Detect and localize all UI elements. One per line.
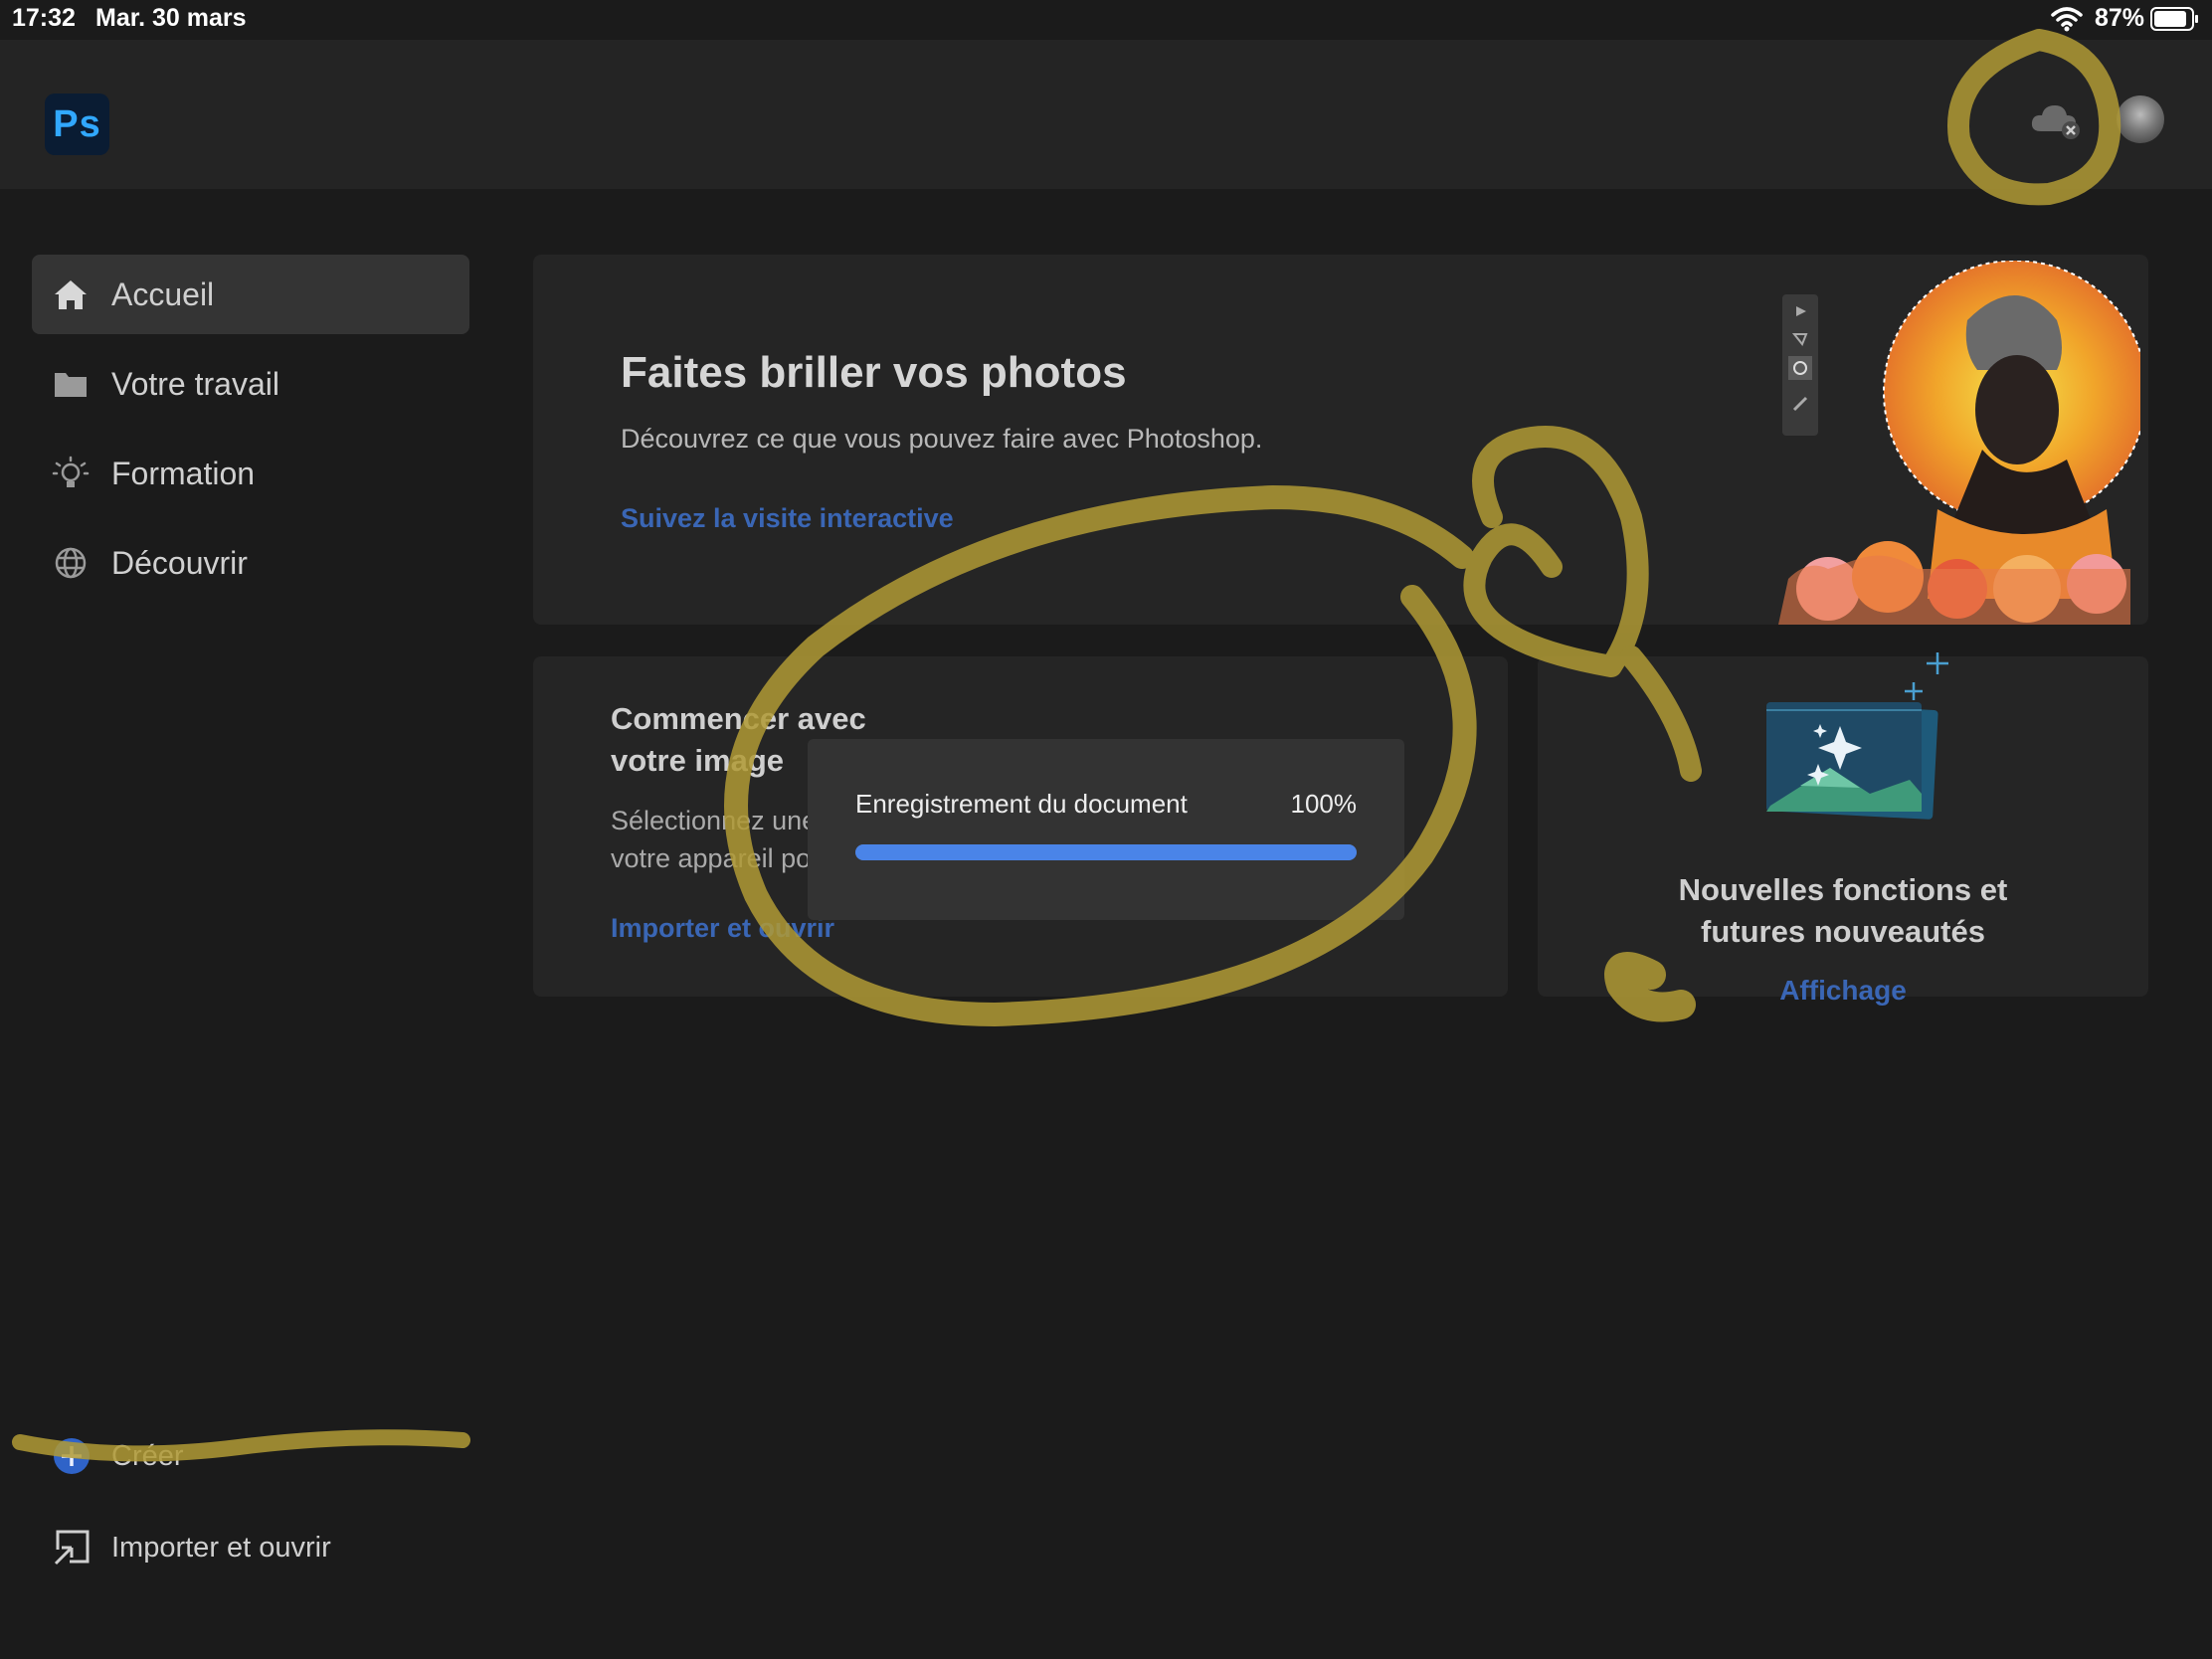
photoshop-logo[interactable]: Ps bbox=[45, 93, 109, 155]
plus-circle-icon bbox=[54, 1438, 90, 1474]
new-features-illustration bbox=[1766, 652, 1948, 820]
import-open-link[interactable]: Importer et ouvrir bbox=[611, 913, 834, 944]
sidebar-item-label: Découvrir bbox=[111, 545, 248, 581]
sidebar-item-label: Accueil bbox=[111, 276, 215, 312]
sidebar-item-label: Votre travail bbox=[111, 366, 279, 402]
cloud-offline-icon[interactable] bbox=[2029, 101, 2085, 141]
battery-icon bbox=[2150, 7, 2198, 31]
avatar[interactable] bbox=[2117, 95, 2164, 143]
folder-icon bbox=[55, 373, 87, 397]
portrait-illustration bbox=[1778, 261, 2140, 625]
globe-icon bbox=[55, 547, 87, 579]
create-button[interactable]: Créer bbox=[32, 1422, 469, 1494]
app-header: Ps bbox=[0, 40, 2212, 189]
progress-fill bbox=[855, 844, 1357, 860]
sidebar-item-accueil[interactable]: Accueil bbox=[32, 255, 469, 334]
import-open-button[interactable]: Importer et ouvrir bbox=[32, 1514, 469, 1585]
import-icon bbox=[54, 1530, 90, 1566]
battery-percent: 87% bbox=[2095, 4, 2145, 32]
wifi-icon bbox=[2051, 7, 2083, 32]
interactive-tour-link[interactable]: Suivez la visite interactive bbox=[621, 503, 954, 534]
home-icon bbox=[55, 280, 87, 309]
hero-title: Faites briller vos photos bbox=[621, 348, 1127, 397]
status-bar: 17:32 Mar. 30 mars 87% bbox=[0, 0, 2212, 40]
status-date: Mar. 30 mars bbox=[95, 4, 247, 32]
dialog-percent: 100% bbox=[1290, 789, 1358, 819]
progress-track bbox=[855, 844, 1357, 860]
start-card-description: Sélectionnez une votre appareil po bbox=[611, 806, 810, 873]
lightbulb-icon bbox=[52, 456, 90, 487]
save-progress-dialog: Enregistrement du document 100% bbox=[808, 739, 1404, 920]
dialog-message: Enregistrement du document bbox=[855, 789, 1188, 819]
sidebar-item-decouvrir[interactable]: Découvrir bbox=[32, 523, 469, 603]
hero-subtitle: Découvrez ce que vous pouvez faire avec … bbox=[621, 424, 1263, 454]
sidebar-item-votre-travail[interactable]: Votre travail bbox=[32, 344, 469, 424]
sidebar-item-formation[interactable]: Formation bbox=[32, 434, 469, 513]
view-link[interactable]: Affichage bbox=[1538, 975, 2148, 1007]
create-label: Créer bbox=[111, 1440, 184, 1472]
sidebar-item-label: Formation bbox=[111, 456, 256, 491]
import-open-label: Importer et ouvrir bbox=[111, 1532, 331, 1564]
status-time: 17:32 bbox=[12, 4, 76, 32]
new-features-title: Nouvelles fonctions et futures nouveauté… bbox=[1678, 872, 2008, 949]
